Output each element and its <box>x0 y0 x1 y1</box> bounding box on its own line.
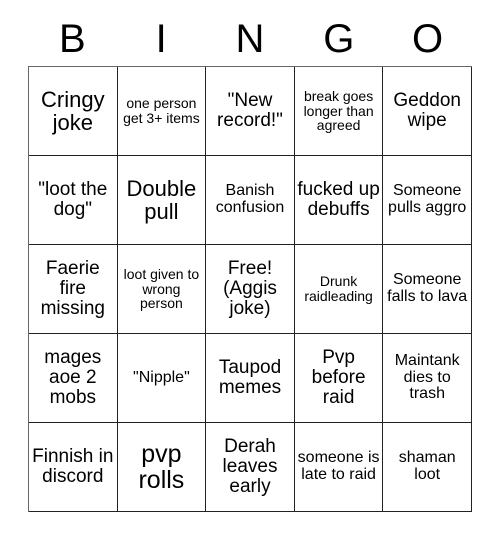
bingo-cell[interactable]: Banish confusion <box>206 156 295 245</box>
bingo-cell[interactable]: pvp rolls <box>117 423 207 512</box>
bingo-header-row: B I N G O <box>28 12 472 66</box>
bingo-cell[interactable]: one person get 3+ items <box>117 67 207 156</box>
bingo-cell[interactable]: break goes longer than agreed <box>294 67 384 156</box>
bingo-cell[interactable]: fucked up debuffs <box>294 156 384 245</box>
bingo-cell[interactable]: Double pull <box>117 156 207 245</box>
bingo-cell-label: Geddon wipe <box>393 89 461 131</box>
bingo-cell[interactable]: Taupod memes <box>206 334 295 423</box>
bingo-cell-label: Double pull <box>126 175 197 224</box>
bingo-header-letter-b: B <box>59 17 86 61</box>
bingo-cell-label: Drunk raidleading <box>304 273 373 304</box>
bingo-cell-label: Cringy joke <box>41 86 105 135</box>
bingo-cell[interactable]: "New record!" <box>206 67 295 156</box>
bingo-cell-label: one person get 3+ items <box>123 95 200 126</box>
bingo-cell[interactable]: Finnish in discord <box>29 423 118 512</box>
bingo-cell[interactable]: "Nipple" <box>117 334 207 423</box>
bingo-cell[interactable]: shaman loot <box>383 423 472 512</box>
bingo-grid: Cringy joke one person get 3+ items "New… <box>28 66 472 512</box>
bingo-cell[interactable]: Someone falls to lava <box>383 245 472 334</box>
bingo-cell-label: Taupod memes <box>218 356 282 398</box>
bingo-cell[interactable]: Drunk raidleading <box>294 245 384 334</box>
bingo-cell[interactable]: Faerie fire missing <box>29 245 118 334</box>
bingo-cell-label: Faerie fire missing <box>40 257 105 320</box>
bingo-cell-label: Free! (Aggis joke) <box>223 257 277 320</box>
bingo-cell[interactable]: Someone pulls aggro <box>383 156 472 245</box>
bingo-cell[interactable]: mages aoe 2 mobs <box>29 334 118 423</box>
bingo-cell-label: Finnish in discord <box>32 445 114 487</box>
bingo-cell-label: Someone pulls aggro <box>388 182 467 216</box>
bingo-cell[interactable]: Derah leaves early <box>206 423 295 512</box>
bingo-cell-free[interactable]: Free! (Aggis joke) <box>206 245 295 334</box>
bingo-header-letter-o: O <box>412 17 444 61</box>
bingo-cell-label: "New record!" <box>217 89 283 131</box>
bingo-cell-label: fucked up debuffs <box>297 178 380 220</box>
bingo-cell-label: Pvp before raid <box>311 346 366 409</box>
bingo-cell-label: "loot the dog" <box>38 178 108 220</box>
bingo-header-letter-g: G <box>323 17 355 61</box>
bingo-cell-label: Maintank dies to trash <box>394 351 460 403</box>
bingo-cell-label: someone is late to raid <box>297 449 380 483</box>
bingo-cell-label: break goes longer than agreed <box>303 87 374 134</box>
bingo-cell-label: loot given to wrong person <box>123 265 200 312</box>
bingo-cell[interactable]: loot given to wrong person <box>117 245 207 334</box>
bingo-header-letter-n: N <box>235 17 265 61</box>
bingo-cell-label: Derah leaves early <box>222 435 278 498</box>
bingo-cell-label: mages aoe 2 mobs <box>44 346 102 409</box>
bingo-cell[interactable]: Maintank dies to trash <box>383 334 472 423</box>
bingo-cell[interactable]: Pvp before raid <box>294 334 384 423</box>
bingo-cell[interactable]: Geddon wipe <box>383 67 472 156</box>
bingo-cell[interactable]: someone is late to raid <box>294 423 384 512</box>
bingo-cell-label: "Nipple" <box>133 368 190 386</box>
bingo-cell-label: Someone falls to lava <box>387 271 468 305</box>
bingo-cell-label: Banish confusion <box>215 182 285 216</box>
bingo-cell-label: pvp rolls <box>138 439 185 494</box>
bingo-cell-label: shaman loot <box>398 449 456 483</box>
bingo-cell[interactable]: "loot the dog" <box>29 156 118 245</box>
bingo-card: B I N G O Cringy joke one person get 3+ … <box>0 0 500 544</box>
bingo-cell[interactable]: Cringy joke <box>29 67 118 156</box>
bingo-header-letter-i: I <box>155 17 167 61</box>
